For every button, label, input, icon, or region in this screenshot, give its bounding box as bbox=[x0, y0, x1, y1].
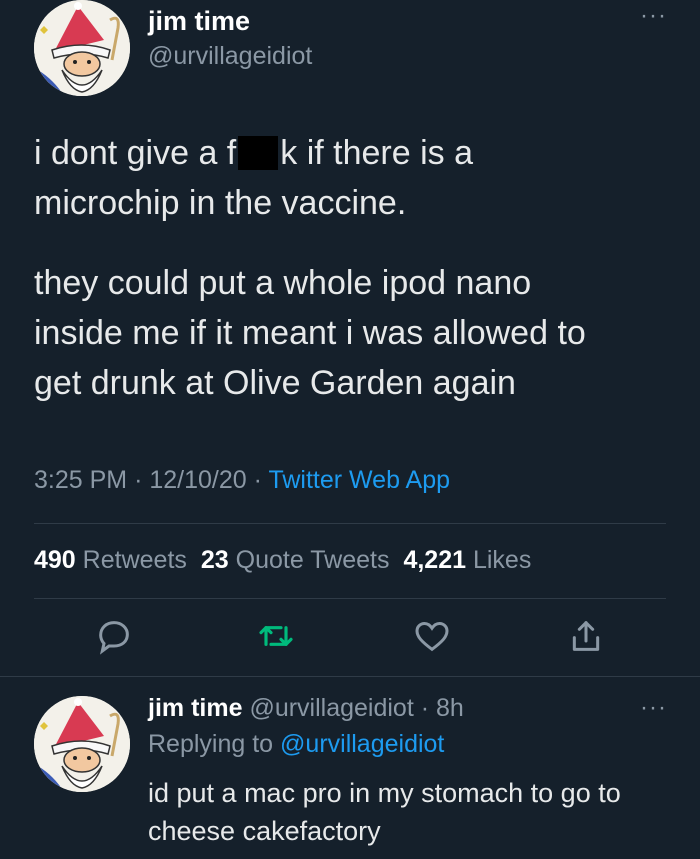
tweet-date[interactable]: 12/10/20 bbox=[149, 466, 246, 494]
reply-header: jim time @urvillageidiot · 8h bbox=[148, 694, 464, 723]
more-horizontal-icon[interactable]: ··· bbox=[640, 696, 667, 720]
tweet-time[interactable]: 3:25 PM bbox=[34, 466, 127, 494]
reply-text: id put a mac pro in my stomach to go to … bbox=[148, 774, 678, 850]
replying-to-handle[interactable]: @urvillageidiot bbox=[280, 730, 444, 758]
reply-display-name[interactable]: jim time bbox=[148, 694, 242, 722]
reply-text-line-2: cheese cakefactory bbox=[148, 816, 381, 846]
reply-handle-time[interactable]: @urvillageidiot · 8h bbox=[249, 694, 463, 722]
reply-avatar[interactable] bbox=[34, 696, 130, 792]
separator: · bbox=[134, 466, 143, 494]
tweet-text-line-3: they could put a whole ipod nano bbox=[34, 264, 532, 302]
user-handle[interactable]: @urvillageidiot bbox=[148, 42, 312, 71]
separator: · bbox=[253, 466, 262, 494]
divider bbox=[34, 598, 666, 599]
divider bbox=[0, 676, 700, 677]
retweet-icon[interactable] bbox=[256, 616, 296, 656]
reply-icon[interactable] bbox=[94, 616, 134, 656]
tweet-text-paragraph-2: they could put a whole ipod nano inside … bbox=[34, 258, 586, 408]
tweet-metadata: 3:25 PM · 12/10/20 · Twitter Web App bbox=[34, 466, 450, 495]
like-icon[interactable] bbox=[412, 616, 452, 656]
replying-to: Replying to @urvillageidiot bbox=[148, 730, 445, 758]
tweet-source-link[interactable]: Twitter Web App bbox=[268, 466, 450, 494]
tweet-text-line-5: get drunk at Olive Garden again bbox=[34, 364, 516, 402]
avatar[interactable] bbox=[34, 0, 130, 96]
divider bbox=[34, 523, 666, 524]
tweet-text-line-2: microchip in the vaccine. bbox=[34, 184, 407, 222]
share-icon[interactable] bbox=[566, 616, 606, 656]
retweets-stat[interactable]: 490 Retweets bbox=[34, 546, 187, 574]
likes-stat[interactable]: 4,221 Likes bbox=[403, 546, 531, 574]
censor-bar bbox=[238, 136, 279, 170]
quote-tweets-stat[interactable]: 23 Quote Tweets bbox=[201, 546, 390, 574]
display-name[interactable]: jim time bbox=[148, 6, 250, 37]
more-horizontal-icon[interactable]: ··· bbox=[640, 4, 667, 28]
tweet-text-line-4: inside me if it meant i was allowed to bbox=[34, 314, 586, 352]
tweet-text-line-1: i dont give a fk if there is a bbox=[34, 134, 473, 172]
engagement-stats: 490 Retweets 23 Quote Tweets 4,221 Likes bbox=[34, 546, 531, 575]
tweet-text-paragraph-1: i dont give a fk if there is a microchip… bbox=[34, 128, 473, 228]
reply-text-line-1: id put a mac pro in my stomach to go to bbox=[148, 778, 621, 808]
gnome-avatar-image bbox=[34, 0, 130, 96]
gnome-avatar-image bbox=[34, 696, 130, 792]
